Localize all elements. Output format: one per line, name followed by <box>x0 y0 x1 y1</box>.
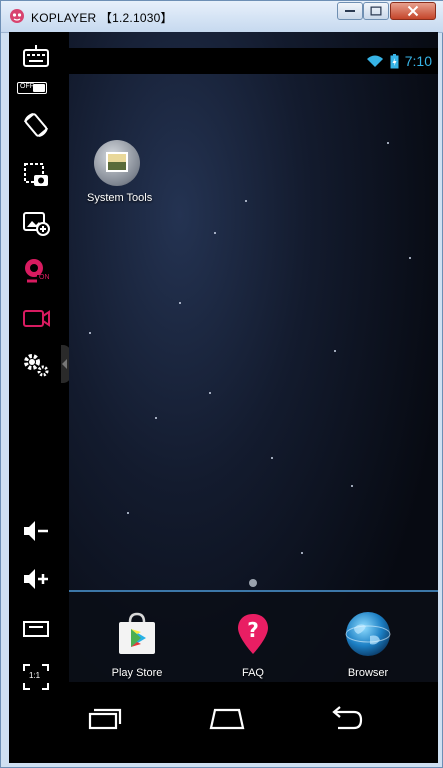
status-time: 7:10 <box>404 53 432 69</box>
webcam-button[interactable]: ON <box>21 256 51 286</box>
dock-app-label: Play Store <box>111 667 163 679</box>
page-indicator-dot <box>249 579 257 587</box>
volume-up-icon <box>24 569 48 589</box>
emulator-window: KOPLAYER 【1.2.1030】 OFF ON 1:1 7:10 Syst… <box>0 0 443 768</box>
desktop-app-system-tools[interactable]: System Tools <box>87 140 153 204</box>
screenshot-button[interactable] <box>21 160 51 190</box>
fullscreen-button[interactable]: 1:1 <box>21 662 51 692</box>
import-image-button[interactable] <box>21 208 51 238</box>
keyboard-icon <box>23 45 49 67</box>
maximize-button[interactable] <box>363 2 389 20</box>
volume-down-icon <box>24 521 48 541</box>
menu-icon <box>23 621 49 637</box>
keymap-toggle-label: OFF <box>20 83 34 90</box>
play-store-icon <box>119 612 155 654</box>
minimize-icon <box>345 10 355 12</box>
back-arrow-icon <box>332 706 363 730</box>
status-bar: 7:10 <box>69 48 438 74</box>
toggle-knob <box>33 84 45 92</box>
scale-label: 1:1 <box>29 671 41 680</box>
webcam-status-label: ON <box>39 274 50 281</box>
maximize-icon <box>370 6 382 16</box>
back-button[interactable] <box>326 704 366 734</box>
title-bar[interactable]: KOPLAYER 【1.2.1030】 <box>1 1 443 33</box>
system-tools-icon <box>94 140 140 186</box>
menu-button[interactable] <box>21 614 51 644</box>
volume-up-button[interactable] <box>21 564 51 594</box>
volume-down-button[interactable] <box>21 516 51 546</box>
rotate-button[interactable] <box>21 110 51 140</box>
video-record-icon <box>23 310 50 327</box>
settings-button[interactable] <box>21 350 51 380</box>
status-icons: 7:10 <box>366 53 432 69</box>
recent-apps-icon <box>88 708 122 730</box>
svg-text:?: ? <box>247 618 259 642</box>
keyboard-button[interactable] <box>21 42 51 72</box>
rotate-screen-icon <box>24 113 48 137</box>
battery-charging-icon <box>390 53 399 68</box>
emulator-sidebar: OFF ON 1:1 <box>9 32 71 763</box>
home-button[interactable] <box>207 704 247 734</box>
faq-icon: ? <box>238 614 268 654</box>
dock-app-label: Browser <box>347 667 389 679</box>
close-icon <box>407 5 419 17</box>
browser-icon <box>345 612 391 656</box>
android-nav-bar <box>69 682 438 763</box>
android-screen[interactable]: 7:10 System Tools Play Store ? FAQ Brows… <box>69 32 438 763</box>
close-button[interactable] <box>390 2 436 20</box>
dock-app-faq[interactable]: ? FAQ <box>213 610 293 679</box>
dock-app-browser[interactable]: Browser <box>328 610 408 679</box>
gear-icon <box>24 354 49 377</box>
window-title: KOPLAYER 【1.2.1030】 <box>31 11 173 25</box>
minimize-button[interactable] <box>337 2 363 20</box>
home-icon <box>209 708 245 730</box>
desktop-app-label: System Tools <box>87 192 153 204</box>
app-dock: Play Store ? FAQ Browser <box>69 592 438 682</box>
dock-app-label: FAQ <box>241 667 264 679</box>
recent-apps-button[interactable] <box>84 704 124 734</box>
image-import-icon <box>23 212 50 236</box>
keymap-toggle[interactable]: OFF <box>17 82 47 94</box>
dock-app-play-store[interactable]: Play Store <box>97 610 177 679</box>
screenshot-icon <box>24 163 48 186</box>
emulator-content: OFF ON 1:1 7:10 System Tools Play Store … <box>9 32 438 763</box>
record-video-button[interactable] <box>21 303 51 333</box>
koplayer-logo-icon <box>10 9 24 23</box>
webcam-icon <box>25 259 50 284</box>
wifi-icon <box>366 55 383 67</box>
